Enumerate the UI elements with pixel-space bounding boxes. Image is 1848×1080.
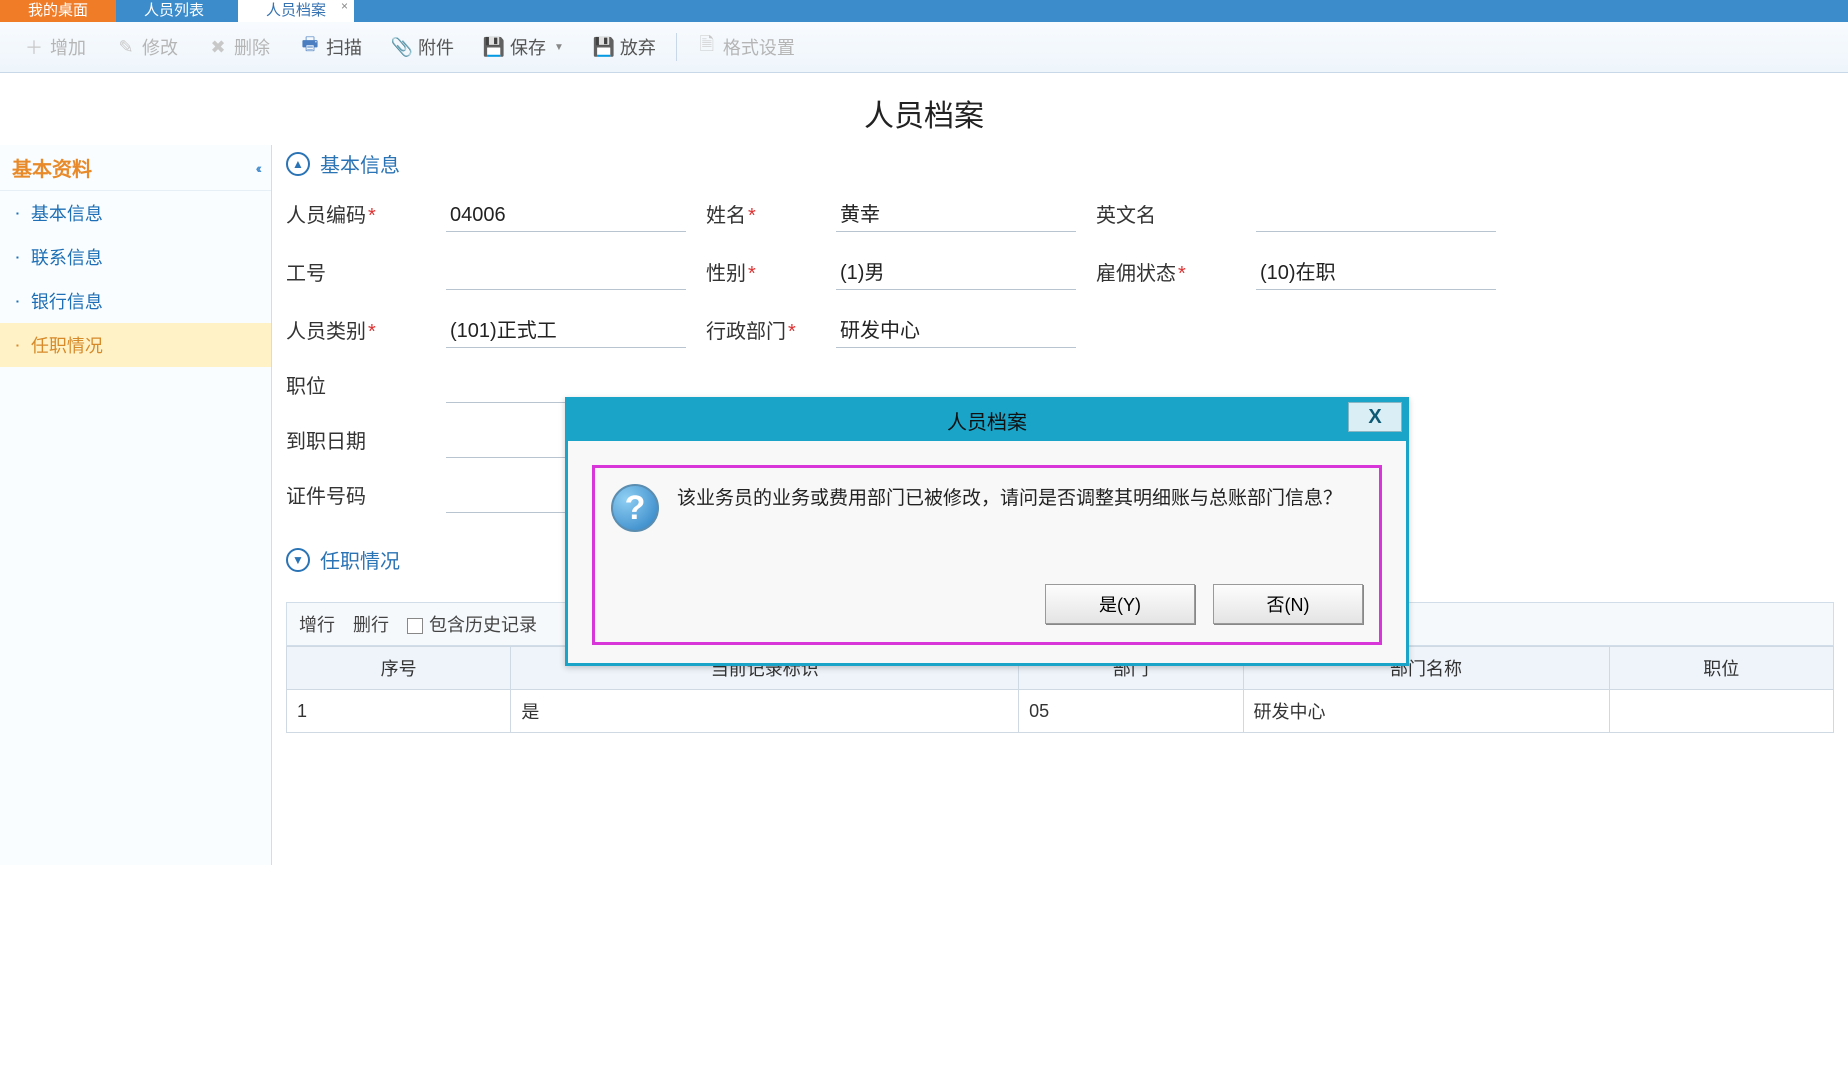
field-code[interactable]: 04006 xyxy=(446,202,686,232)
btn-label: 放弃 xyxy=(620,34,656,60)
cell-deptname: 研发中心 xyxy=(1243,690,1609,733)
scan-button[interactable]: 🖶 扫描 xyxy=(286,28,376,66)
label-idno: 证件号码 xyxy=(286,480,426,513)
cell-dept: 05 xyxy=(1019,690,1243,733)
delete-button[interactable]: ✖ 删除 xyxy=(194,28,284,66)
save-button[interactable]: 💾 保存 ▼ xyxy=(470,28,578,66)
btn-label: 删除 xyxy=(234,34,270,60)
sidebar-title: 基本资料 xyxy=(12,153,92,182)
save-icon: 💾 xyxy=(484,37,504,57)
tab-person-list[interactable]: 人员列表 xyxy=(116,0,232,22)
separator xyxy=(676,33,677,61)
dialog-title: 人员档案 xyxy=(947,412,1027,434)
attach-icon: 📎 xyxy=(392,37,412,57)
attach-button[interactable]: 📎 附件 xyxy=(378,28,468,66)
label-dept: 行政部门* xyxy=(706,315,816,348)
label-employ: 雇佣状态* xyxy=(1096,257,1236,290)
tab-desktop[interactable]: 我的桌面 xyxy=(0,0,116,22)
btn-label: 保存 xyxy=(510,34,546,60)
tab-person-archive[interactable]: 人员档案 × xyxy=(238,0,354,22)
sidebar-item-contact[interactable]: 联系信息 xyxy=(0,235,271,279)
dialog-message: 该业务员的业务或费用部门已被修改，请问是否调整其明细账与总账部门信息？ xyxy=(677,484,1342,514)
format-icon: 🗎 xyxy=(697,37,717,57)
sidebar-item-bank[interactable]: 银行信息 xyxy=(0,279,271,323)
field-ptype[interactable]: (101)正式工 xyxy=(446,312,686,348)
field-dept[interactable]: 研发中心 xyxy=(836,312,1076,348)
tab-label: 我的桌面 xyxy=(28,2,88,19)
cell-flag: 是 xyxy=(511,690,1019,733)
cell-seq: 1 xyxy=(287,690,511,733)
tab-label: 人员档案 xyxy=(266,2,326,19)
confirm-dialog: 人员档案 X ? 该业务员的业务或费用部门已被修改，请问是否调整其明细账与总账部… xyxy=(565,397,1409,666)
table-row[interactable]: 1 是 05 研发中心 xyxy=(287,690,1834,733)
sidebar-item-basic[interactable]: 基本信息 xyxy=(0,191,271,235)
label-workno: 工号 xyxy=(286,257,426,290)
chevron-down-icon[interactable]: ▼ xyxy=(554,42,564,53)
collapse-down-icon[interactable]: ▼ xyxy=(286,548,310,572)
close-icon[interactable]: × xyxy=(341,0,348,13)
question-icon: ? xyxy=(611,484,659,532)
add-button[interactable]: ＋ 增加 xyxy=(10,28,100,66)
cell-pos xyxy=(1609,690,1833,733)
sidebar-item-label: 任职情况 xyxy=(31,332,103,358)
sidebar-header: 基本资料 ‹‹ xyxy=(0,145,271,191)
section-title: 任职情况 xyxy=(320,545,400,574)
yes-button[interactable]: 是(Y) xyxy=(1045,584,1195,624)
field-workno[interactable] xyxy=(446,264,686,290)
scan-icon: 🖶 xyxy=(300,37,320,57)
sidebar-item-label: 联系信息 xyxy=(31,244,103,270)
field-employ[interactable]: (10)在职 xyxy=(1256,254,1496,290)
dialog-titlebar: 人员档案 X xyxy=(568,400,1406,441)
sidebar-item-label: 基本信息 xyxy=(31,200,103,226)
collapse-up-icon[interactable]: ▲ xyxy=(286,152,310,176)
page-title: 人员档案 xyxy=(0,73,1848,145)
label-position: 职位 xyxy=(286,370,426,403)
sidebar-item-label: 银行信息 xyxy=(31,288,103,314)
dialog-body: ? 该业务员的业务或费用部门已被修改，请问是否调整其明细账与总账部门信息？ 是(… xyxy=(592,465,1382,645)
edit-button[interactable]: ✎ 修改 xyxy=(102,28,192,66)
tab-label: 人员列表 xyxy=(144,2,204,19)
collapse-icon[interactable]: ‹‹ xyxy=(256,160,259,176)
btn-label: 格式设置 xyxy=(723,34,795,60)
th-seq: 序号 xyxy=(287,647,511,690)
section-basic-header: ▲ 基本信息 xyxy=(286,145,1834,196)
delrow-button[interactable]: 删行 xyxy=(353,611,389,637)
field-gender[interactable]: (1)男 xyxy=(836,254,1076,290)
checkbox-label: 包含历史记录 xyxy=(429,615,537,635)
label-name: 姓名* xyxy=(706,199,816,232)
label-ptype: 人员类别* xyxy=(286,315,426,348)
no-button[interactable]: 否(N) xyxy=(1213,584,1363,624)
discard-button[interactable]: 💾 放弃 xyxy=(580,28,670,66)
add-icon: ＋ xyxy=(24,37,44,57)
label-code: 人员编码* xyxy=(286,199,426,232)
field-enname[interactable] xyxy=(1256,206,1496,232)
checkbox-icon xyxy=(407,618,423,634)
label-gender: 性别* xyxy=(706,257,816,290)
section-title: 基本信息 xyxy=(320,149,400,178)
label-hiredate: 到职日期 xyxy=(286,425,426,458)
sidebar: 基本资料 ‹‹ 基本信息 联系信息 银行信息 任职情况 xyxy=(0,145,272,865)
btn-label: 修改 xyxy=(142,34,178,60)
discard-icon: 💾 xyxy=(594,37,614,57)
sidebar-item-job[interactable]: 任职情况 xyxy=(0,323,271,367)
tab-row: 我的桌面 人员列表 人员档案 × xyxy=(0,0,1848,22)
label-enname: 英文名 xyxy=(1096,199,1236,232)
delete-icon: ✖ xyxy=(208,37,228,57)
field-name[interactable]: 黄幸 xyxy=(836,196,1076,232)
btn-label: 增加 xyxy=(50,34,86,60)
addrow-button[interactable]: 增行 xyxy=(299,611,335,637)
th-pos: 职位 xyxy=(1609,647,1833,690)
btn-label: 附件 xyxy=(418,34,454,60)
format-button[interactable]: 🗎 格式设置 xyxy=(683,28,809,66)
history-checkbox[interactable]: 包含历史记录 xyxy=(407,611,537,637)
edit-icon: ✎ xyxy=(116,37,136,57)
toolbar: ＋ 增加 ✎ 修改 ✖ 删除 🖶 扫描 📎 附件 💾 保存 ▼ 💾 放弃 🗎 格式设置 xyxy=(0,22,1848,73)
close-button[interactable]: X xyxy=(1348,402,1402,432)
btn-label: 扫描 xyxy=(326,34,362,60)
